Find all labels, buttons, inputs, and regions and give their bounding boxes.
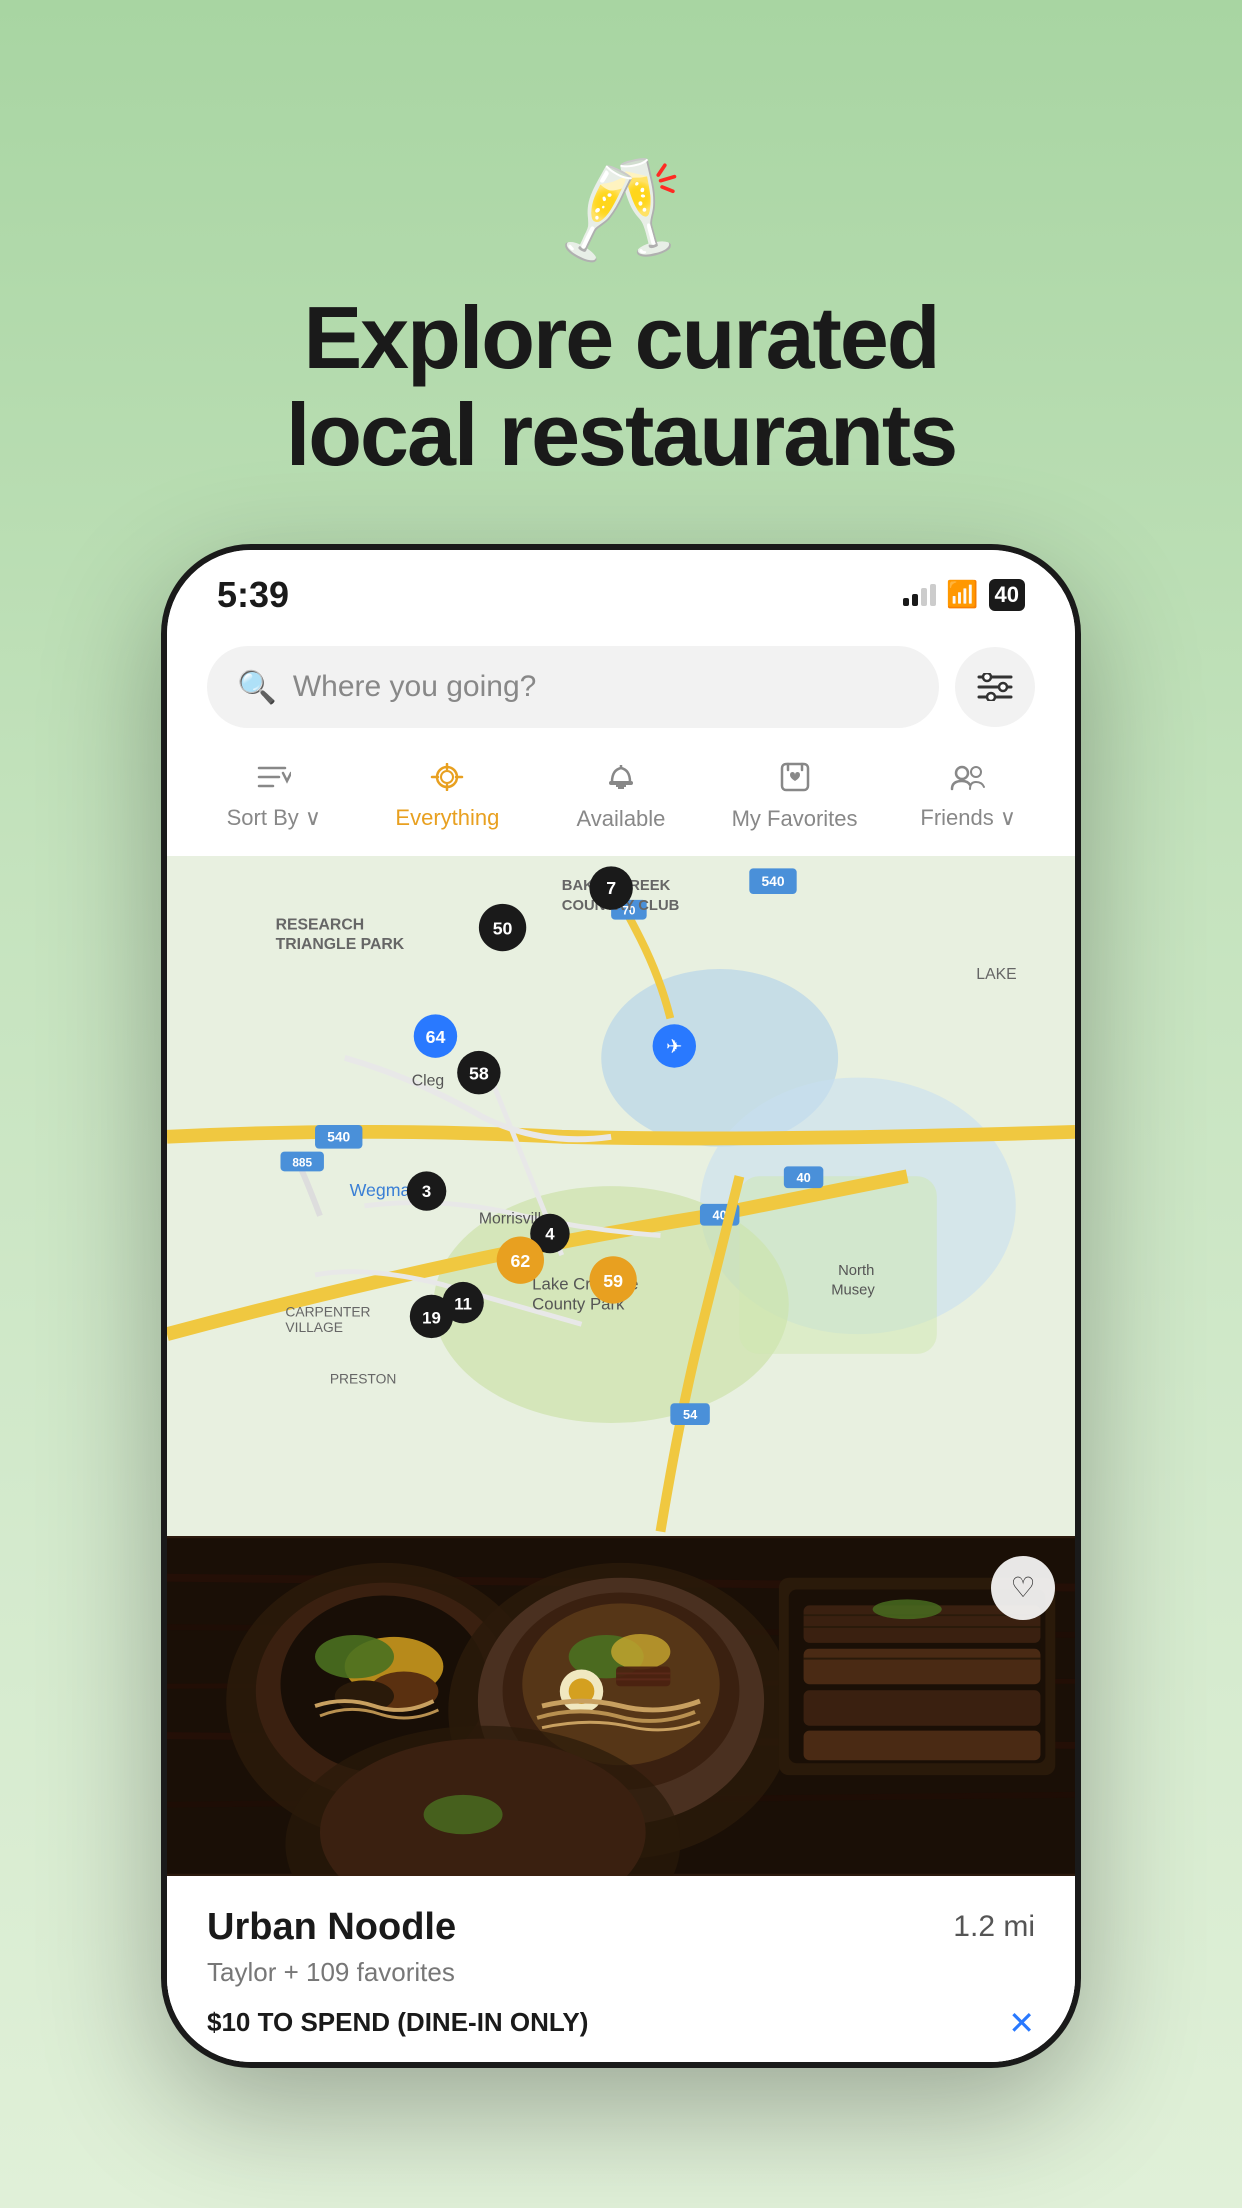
svg-text:7: 7 xyxy=(606,878,616,898)
food-photo xyxy=(167,1536,1075,1876)
signal-bars-icon xyxy=(903,584,936,606)
headline-line1: Explore curated xyxy=(303,288,938,387)
restaurant-sub: Taylor + 109 favorites xyxy=(207,1957,1035,1988)
filter-button[interactable] xyxy=(955,647,1035,727)
restaurant-image: ♡ xyxy=(167,1536,1075,1876)
svg-text:TRIANGLE PARK: TRIANGLE PARK xyxy=(276,936,405,953)
nav-tabs: Sort By ∨ Everything xyxy=(167,744,1075,856)
svg-text:540: 540 xyxy=(327,1128,350,1144)
svg-text:62: 62 xyxy=(510,1251,530,1271)
tab-available[interactable]: Available xyxy=(534,754,708,840)
svg-text:North: North xyxy=(838,1263,874,1279)
svg-text:✈: ✈ xyxy=(666,1035,683,1057)
headline-line2: local restaurants xyxy=(286,385,956,484)
status-bar: 5:39 📶 40 xyxy=(167,550,1075,626)
tab-friends[interactable]: Friends ∨ xyxy=(881,755,1055,839)
restaurant-info: Urban Noodle 1.2 mi Taylor + 109 favorit… xyxy=(167,1876,1075,2062)
svg-text:54: 54 xyxy=(683,1407,698,1422)
svg-text:3: 3 xyxy=(422,1182,431,1201)
search-input[interactable]: Where you going? xyxy=(293,670,537,704)
svg-text:RESEARCH: RESEARCH xyxy=(276,916,365,933)
restaurant-name: Urban Noodle xyxy=(207,1906,456,1949)
restaurant-offer: $10 TO SPEND (DINE-IN ONLY) ✕ xyxy=(207,2004,1035,2042)
restaurant-card: ♡ Urban Noodle 1.2 mi Taylor + 109 favor… xyxy=(167,1536,1075,2062)
svg-text:11: 11 xyxy=(454,1294,472,1313)
status-icons: 📶 40 xyxy=(903,579,1025,611)
my-favorites-icon xyxy=(778,762,812,800)
heart-icon: ♡ xyxy=(1010,1571,1035,1604)
toast-icon: 🥂 xyxy=(559,160,684,260)
svg-text:CARPENTER: CARPENTER xyxy=(285,1303,370,1319)
svg-text:59: 59 xyxy=(603,1270,623,1290)
svg-text:64: 64 xyxy=(426,1027,446,1047)
everything-icon xyxy=(428,763,466,799)
tab-everything[interactable]: Everything xyxy=(361,755,535,839)
filter-icon xyxy=(977,673,1013,701)
svg-text:VILLAGE: VILLAGE xyxy=(285,1319,343,1335)
svg-text:PRESTON: PRESTON xyxy=(330,1370,396,1386)
battery-icon: 40 xyxy=(989,579,1025,611)
tab-favorites-label: My Favorites xyxy=(732,806,858,832)
status-time: 5:39 xyxy=(217,574,289,616)
hero-section: 🥂 Explore curated local restaurants xyxy=(286,0,956,484)
signal-bar-3 xyxy=(921,588,927,606)
sort-icon xyxy=(257,763,291,799)
svg-text:50: 50 xyxy=(493,918,513,938)
offer-text: $10 TO SPEND (DINE-IN ONLY) xyxy=(207,2007,588,2038)
map-area[interactable]: 540 40 54 70 885 xyxy=(167,856,1075,1536)
phone-frame: 5:39 📶 40 🔍 Where you going? xyxy=(161,544,1081,2068)
restaurant-header: Urban Noodle 1.2 mi xyxy=(207,1906,1035,1949)
svg-text:540: 540 xyxy=(761,873,784,889)
close-button[interactable]: ✕ xyxy=(1008,2004,1035,2042)
map-svg: 540 40 54 70 885 xyxy=(167,856,1075,1536)
tab-my-favorites[interactable]: My Favorites xyxy=(708,754,882,840)
svg-text:40: 40 xyxy=(796,1170,810,1185)
svg-text:4: 4 xyxy=(545,1224,555,1243)
signal-bar-4 xyxy=(930,584,936,606)
tab-sort-by[interactable]: Sort By ∨ xyxy=(187,755,361,839)
headline: Explore curated local restaurants xyxy=(286,290,956,484)
favorite-button[interactable]: ♡ xyxy=(991,1556,1055,1620)
friends-icon xyxy=(950,763,986,799)
svg-text:Cleg: Cleg xyxy=(412,1072,444,1089)
svg-text:19: 19 xyxy=(422,1308,441,1327)
search-section: 🔍 Where you going? xyxy=(167,626,1075,744)
search-icon: 🔍 xyxy=(237,668,277,706)
svg-text:885: 885 xyxy=(292,1155,312,1169)
signal-bar-1 xyxy=(903,598,909,606)
tab-available-label: Available xyxy=(577,806,666,832)
phone-mockup: 5:39 📶 40 🔍 Where you going? xyxy=(161,544,1081,2068)
wifi-icon: 📶 xyxy=(946,579,978,610)
available-icon xyxy=(604,762,638,800)
svg-text:58: 58 xyxy=(469,1063,489,1083)
svg-text:LAKE: LAKE xyxy=(976,965,1016,982)
restaurant-distance: 1.2 mi xyxy=(953,1910,1035,1944)
tab-sort-label: Sort By ∨ xyxy=(227,805,321,831)
search-bar[interactable]: 🔍 Where you going? xyxy=(207,646,939,728)
signal-bar-2 xyxy=(912,594,918,606)
tab-friends-label: Friends ∨ xyxy=(920,805,1016,831)
svg-text:Musey: Musey xyxy=(831,1282,875,1298)
tab-everything-label: Everything xyxy=(395,805,499,831)
